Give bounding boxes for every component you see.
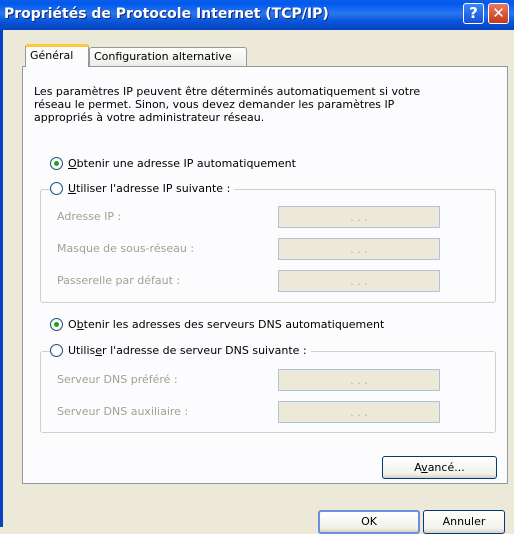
ip-address-field[interactable]: . . .: [278, 206, 440, 228]
radio-checked-icon: [50, 317, 63, 331]
title-bar[interactable]: Propriétés de Protocole Internet (TCP/IP…: [0, 0, 514, 30]
dns-auto-radio-label: Obtenir les adresses des serveurs DNS au…: [68, 318, 385, 331]
preferred-dns-field[interactable]: . . .: [278, 369, 440, 391]
ip-auto-radio-label: Obtenir une adresse IP automatiquement: [68, 157, 296, 170]
dns-manual-radio-label: Utiliser l'adresse de serveur DNS suivan…: [68, 344, 307, 357]
help-button[interactable]: ?: [463, 3, 484, 24]
tab-alternative-configuration[interactable]: Configuration alternative: [89, 47, 247, 67]
alternate-dns-field[interactable]: . . .: [278, 401, 440, 423]
cancel-button-label: Annuler: [442, 515, 486, 528]
tab-general[interactable]: Général: [25, 44, 89, 67]
default-gateway-label: Passerelle par défaut :: [57, 274, 181, 287]
default-gateway-field[interactable]: . . .: [278, 270, 440, 292]
subnet-mask-field[interactable]: . . .: [278, 238, 440, 260]
ip-auto-radio[interactable]: Obtenir une adresse IP automatiquement: [50, 156, 300, 171]
ip-manual-radio[interactable]: Utiliser l'adresse IP suivante :: [50, 181, 235, 196]
intro-text: Les paramètres IP peuvent être déterminé…: [34, 85, 421, 124]
help-icon: ?: [469, 4, 478, 22]
ok-button[interactable]: OK: [318, 510, 420, 534]
radio-unchecked-icon: [50, 181, 63, 195]
subnet-mask-label: Masque de sous-réseau :: [57, 242, 195, 255]
window-title: Propriétés de Protocole Internet (TCP/IP…: [4, 6, 329, 22]
ok-button-label: OK: [361, 515, 377, 528]
close-icon: ✕: [492, 4, 505, 22]
advanced-button[interactable]: Avancé...: [382, 456, 497, 479]
dns-auto-radio[interactable]: Obtenir les adresses des serveurs DNS au…: [50, 317, 389, 332]
close-button[interactable]: ✕: [488, 3, 509, 24]
dns-manual-radio[interactable]: Utiliser l'adresse de serveur DNS suivan…: [50, 343, 311, 358]
radio-checked-icon: [50, 156, 63, 170]
window-frame: [0, 30, 3, 527]
tab-general-label: Général: [30, 49, 74, 62]
radio-unchecked-icon: [50, 343, 63, 357]
ip-address-label: Adresse IP :: [57, 210, 122, 223]
cancel-button[interactable]: Annuler: [423, 510, 505, 534]
advanced-button-label: Avancé...: [414, 461, 465, 474]
tab-alternative-configuration-label: Configuration alternative: [94, 50, 232, 63]
ip-manual-radio-label: Utiliser l'adresse IP suivante :: [68, 182, 231, 195]
alternate-dns-label: Serveur DNS auxiliaire :: [57, 405, 189, 418]
preferred-dns-label: Serveur DNS préféré :: [57, 373, 178, 386]
